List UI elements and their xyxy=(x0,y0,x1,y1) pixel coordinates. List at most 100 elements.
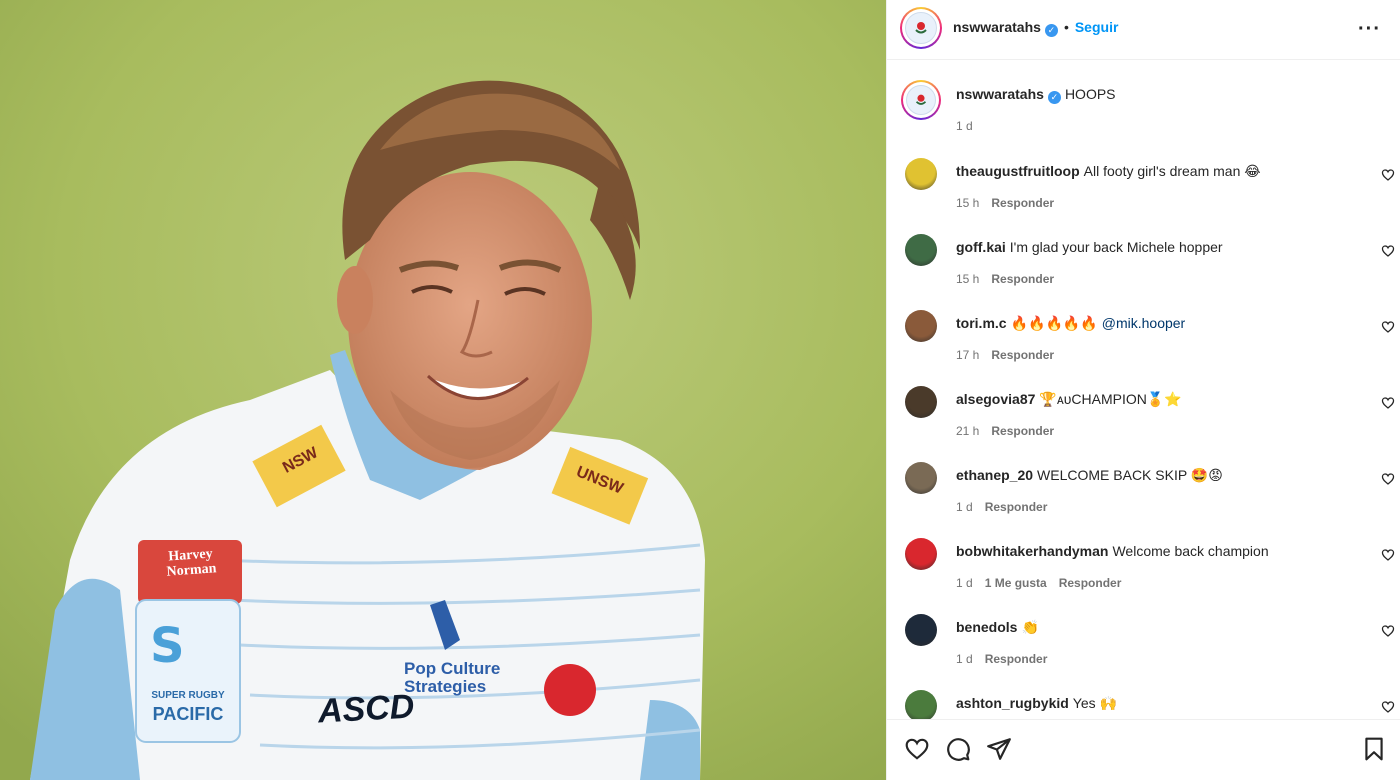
comment-row: ethanep_20 WELCOME BACK SKIP 🤩😡 1 d Respond… xyxy=(905,462,1395,538)
caption-username[interactable]: nswwaratahs xyxy=(956,86,1044,102)
comment-row: benedols 👏 1 d Responder xyxy=(905,614,1395,690)
post-actions xyxy=(887,719,1400,780)
commenter-username[interactable]: ethanep_20 xyxy=(956,467,1033,483)
comment-row: goff.kai I'm glad your back Michele hoppe… xyxy=(905,234,1395,310)
comment-text-line: bobwhitakerhandyman Welcome back champion xyxy=(956,542,1269,560)
comment-meta: 15 h Responder xyxy=(956,196,1066,210)
bookmark-icon[interactable] xyxy=(1361,736,1387,762)
post-header: nswwaratahs ✓ • Seguir ··· xyxy=(887,0,1400,60)
caption-text: HOOPS xyxy=(1064,86,1116,102)
post-caption: nswwaratahs ✓ HOOPS 1 d xyxy=(901,80,1391,140)
commenter-username[interactable]: ashton_rugbykid xyxy=(956,695,1069,711)
comment-row: alsegovia87 🏆ᴀᴜCHAMPION🏅⭐ 21 h Responder xyxy=(905,386,1395,462)
commenter-avatar[interactable] xyxy=(905,386,937,418)
comment-time: 17 h xyxy=(956,348,980,362)
commenter-avatar[interactable] xyxy=(905,538,937,570)
comment-like-heart-icon[interactable] xyxy=(1381,244,1395,258)
comment-text-line: tori.m.c 🔥🔥🔥🔥🔥 @mik.hooper xyxy=(956,314,1185,332)
comment-like-heart-icon[interactable] xyxy=(1381,168,1395,182)
comment-text: 👏 xyxy=(1021,619,1039,635)
commenter-username[interactable]: alsegovia87 xyxy=(956,391,1035,407)
comment-time: 1 d xyxy=(956,652,973,666)
like-heart-icon[interactable] xyxy=(904,736,930,762)
comment-mention-link[interactable]: @mik.hooper xyxy=(1102,315,1185,331)
follow-button[interactable]: Seguir xyxy=(1075,19,1119,35)
comment-text-line: theaugustfruitloop All footy girl's dream… xyxy=(956,162,1261,180)
commenter-avatar[interactable] xyxy=(905,310,937,342)
author-avatar[interactable] xyxy=(900,7,942,49)
comment-text-line: benedols 👏 xyxy=(956,618,1039,636)
comment-text-line: ethanep_20 WELCOME BACK SKIP 🤩😡 xyxy=(956,466,1223,484)
commenter-avatar[interactable] xyxy=(905,234,937,266)
reply-button[interactable]: Responder xyxy=(991,348,1054,362)
comment-like-heart-icon[interactable] xyxy=(1381,320,1395,334)
reply-button[interactable]: Responder xyxy=(991,272,1054,286)
commenter-avatar[interactable] xyxy=(905,614,937,646)
waratah-logo-icon xyxy=(915,94,927,105)
caption-avatar[interactable] xyxy=(901,80,941,120)
reply-button[interactable]: Responder xyxy=(1059,576,1122,590)
comment-text: All footy girl's dream man 😂 xyxy=(1083,163,1261,179)
svg-text:S: S xyxy=(150,618,185,674)
comment-text: Yes 🙌 xyxy=(1072,695,1117,711)
comment-text-line: goff.kai I'm glad your back Michele hoppe… xyxy=(956,238,1223,256)
comment-meta: 1 d 1 Me gusta Responder xyxy=(956,576,1133,590)
verified-badge-icon: ✓ xyxy=(1047,91,1061,104)
comment-text-line: alsegovia87 🏆ᴀᴜCHAMPION🏅⭐ xyxy=(956,390,1182,408)
author-username[interactable]: nswwaratahs xyxy=(953,19,1041,35)
post-photo: S Harvey Norman SUPER RUGBY PACIFIC Pop … xyxy=(0,0,886,780)
share-icon[interactable] xyxy=(986,736,1012,762)
comment-meta: 15 h Responder xyxy=(956,272,1066,286)
comment-time: 21 h xyxy=(956,424,980,438)
jersey-badge-text: Harvey Norman xyxy=(166,546,217,580)
comment-text: Welcome back champion xyxy=(1112,543,1269,559)
comment-meta: 1 d Responder xyxy=(956,500,1059,514)
verified-badge-icon: ✓ xyxy=(1044,24,1058,37)
commenter-avatar[interactable] xyxy=(905,690,937,719)
jersey-league-1: SUPER RUGBY xyxy=(151,690,225,701)
comments-list[interactable]: nswwaratahs ✓ HOOPS 1 d theaugustfruitloop… xyxy=(887,61,1400,719)
comment-text: 🔥🔥🔥🔥🔥 xyxy=(1010,315,1098,331)
commenter-avatar[interactable] xyxy=(905,158,937,190)
comment-time: 15 h xyxy=(956,196,980,210)
reply-button[interactable]: Responder xyxy=(991,196,1054,210)
comment-text-line: ashton_rugbykid Yes 🙌 xyxy=(956,694,1117,712)
reply-button[interactable]: Responder xyxy=(985,500,1048,514)
comment-time: 1 d xyxy=(956,500,973,514)
reply-button[interactable]: Responder xyxy=(991,424,1054,438)
comment-time: 1 d xyxy=(956,576,973,590)
comment-row: bobwhitakerhandyman Welcome back champion… xyxy=(905,538,1395,614)
jersey-league-2: PACIFIC xyxy=(152,704,224,724)
commenter-avatar[interactable] xyxy=(905,462,937,494)
comment-text: WELCOME BACK SKIP 🤩😡 xyxy=(1037,467,1223,483)
commenter-username[interactable]: goff.kai xyxy=(956,239,1006,255)
comment-like-heart-icon[interactable] xyxy=(1381,624,1395,638)
comment-like-heart-icon[interactable] xyxy=(1381,700,1395,714)
comment-time: 15 h xyxy=(956,272,980,286)
comment-text: 🏆ᴀᴜCHAMPION🏅⭐ xyxy=(1039,391,1182,407)
comment-row: theaugustfruitloop All footy girl's dream… xyxy=(905,158,1395,234)
comment-meta: 21 h Responder xyxy=(956,424,1066,438)
comment-like-heart-icon[interactable] xyxy=(1381,548,1395,562)
comment-like-heart-icon[interactable] xyxy=(1381,472,1395,486)
comment-icon[interactable] xyxy=(945,736,971,762)
jersey-sponsor: Pop Culture Strategies xyxy=(404,659,501,696)
commenter-username[interactable]: bobwhitakerhandyman xyxy=(956,543,1108,559)
reply-button[interactable]: Responder xyxy=(985,652,1048,666)
comment-meta: 1 d Responder xyxy=(956,652,1059,666)
more-options-icon[interactable]: ··· xyxy=(1358,18,1381,41)
comment-text: I'm glad your back Michele hopper xyxy=(1009,239,1223,255)
commenter-username[interactable]: benedols xyxy=(956,619,1017,635)
comment-meta: 17 h Responder xyxy=(956,348,1066,362)
header-separator: • xyxy=(1063,19,1069,35)
waratah-logo-icon xyxy=(915,22,927,34)
commenter-username[interactable]: tori.m.c xyxy=(956,315,1007,331)
post-side-panel: nswwaratahs ✓ • Seguir ··· nswwaratahs ✓ HOOP… xyxy=(886,0,1400,780)
comment-like-heart-icon[interactable] xyxy=(1381,396,1395,410)
comment-likes[interactable]: 1 Me gusta xyxy=(985,576,1047,590)
comment-row: tori.m.c 🔥🔥🔥🔥🔥 @mik.hooper 17 h Responder xyxy=(905,310,1395,386)
comment-row: ashton_rugbykid Yes 🙌 xyxy=(905,690,1395,719)
commenter-username[interactable]: theaugustfruitloop xyxy=(956,163,1080,179)
caption-time: 1 d xyxy=(956,119,973,133)
jersey-brand: ASCD xyxy=(317,687,416,731)
